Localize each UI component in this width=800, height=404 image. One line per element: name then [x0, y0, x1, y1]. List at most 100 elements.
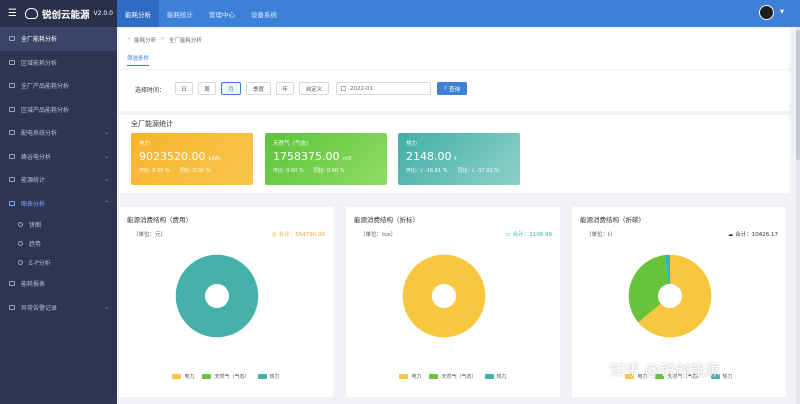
stat-card-electricity: 电力 9023520.00 kWh 环比: 0.00 % 同比: 0.00 % — [131, 133, 253, 185]
sidebar-item-distribution[interactable]: 配电系统分析 ⌄ — [0, 121, 117, 145]
logo-bar: ☰ 锐创云能源 V2.0.0 — [0, 0, 117, 27]
tab-filter-conditions[interactable]: 筛选条件 — [127, 54, 150, 66]
chart-panel-cost: 能源消费结构（费用） （单位：元） ◎ 合计：554790.00 电力 天然气（气… — [119, 207, 333, 397]
pie-slice-0[interactable] — [402, 254, 486, 338]
sidebar-item-plant-energy[interactable]: 全厂能耗分析 — [0, 27, 117, 51]
sidebar-subitem-pie[interactable]: 饼图 — [0, 215, 117, 234]
scrollbar-thumb[interactable] — [796, 30, 800, 160]
date-picker[interactable]: 2022-01 — [336, 82, 431, 95]
sidebar-nav: 全厂能耗分析 区域能耗分析 全厂产品能耗分析 区域产品能耗分析 配电系统分析 ⌄ … — [0, 27, 117, 319]
watermark: 知乎 @锐创能源 — [610, 361, 720, 379]
sidebar-subitem-ep[interactable]: E-P分析 — [0, 253, 117, 272]
chart-unit: （单位：元） — [133, 232, 167, 238]
sidebar-item-chart-analysis[interactable]: 图表分析 ⌃ — [0, 192, 117, 216]
hamburger-menu-icon[interactable]: ☰ — [8, 8, 22, 19]
legend-item-electricity[interactable]: 电力 — [399, 373, 421, 380]
period-custom-button[interactable]: 自定义 — [299, 82, 329, 95]
trend-icon — [18, 241, 23, 246]
folder-icon — [9, 304, 15, 310]
legend-item-heat[interactable]: 热力 — [257, 373, 280, 380]
period-year-button[interactable]: 年 — [276, 82, 294, 95]
sidebar-item-peak-valley[interactable]: 峰谷电分析 ⌄ — [0, 145, 117, 169]
app-name: 锐创云能源 — [42, 9, 90, 21]
breadcrumb-sep: > — [160, 36, 165, 42]
folder-icon — [9, 153, 15, 159]
folder-icon — [9, 177, 15, 183]
chart-legend: 电力 天然气（气态） 热力 — [119, 373, 333, 380]
caret-down-icon[interactable]: ▼ — [780, 9, 784, 15]
top-tab-energy-analysis[interactable]: 能耗分析 — [117, 0, 159, 27]
chevron-down-icon: ⌄ — [103, 176, 109, 184]
monitor-icon — [9, 281, 15, 287]
time-label: 选择时间： — [135, 87, 166, 94]
stats-title: 全厂能源统计 — [131, 120, 173, 128]
stat-card-heat: 热力 2148.00 t 环比: ↓ -16.61 % 同比: ↓ -37.01 % — [398, 133, 520, 185]
energy-stats-panel: 全厂能源统计 电力 9023520.00 kWh 环比: 0.00 % 同比: 0.… — [119, 115, 789, 193]
sidebar: ☰ 锐创云能源 V2.0.0 全厂能耗分析 区域能耗分析 全厂产品能耗分析 区域… — [0, 0, 117, 404]
top-tab-energy-stats[interactable]: 能耗统计 — [159, 0, 201, 27]
cloud-logo-icon — [25, 8, 38, 19]
chart-legend: 电力 天然气（气态） 热力 — [346, 373, 560, 380]
breadcrumb-home[interactable]: 能耗分析 — [134, 36, 156, 44]
sidebar-item-energy-stats[interactable]: 能源统计 ⌄ — [0, 168, 117, 192]
filter-panel: 选择时间： 日 周 月 季度 年 自定义 2022-01 ⌕ 查询 — [119, 69, 789, 111]
cloud-icon: ☁ — [727, 232, 734, 238]
monitor-icon — [9, 59, 15, 65]
folder-icon — [9, 130, 15, 136]
donut-chart — [402, 254, 486, 338]
folder-icon — [9, 200, 15, 206]
chart-panel-standard-coal: 能源消费结构（折标） （单位：tce） ▭ 合计：1108.99 电力 天然气（气… — [346, 207, 560, 397]
app-version: V2.0.0 — [93, 10, 113, 17]
top-tab-management[interactable]: 管理中心 — [201, 0, 243, 27]
legend-item-gas[interactable]: 天然气（气态） — [429, 373, 477, 380]
chart-title: 能源消费结构（折标） — [354, 216, 419, 224]
coin-icon: ◎ — [271, 232, 277, 238]
monitor-icon — [9, 36, 15, 42]
breadcrumb-panel: ‹ 能耗分析 > 全厂能耗分析 筛选条件 — [119, 29, 789, 69]
monitor-icon — [9, 83, 15, 89]
search-icon: ⌕ — [443, 85, 448, 91]
chart-unit: （单位：t） — [586, 232, 616, 238]
avatar[interactable] — [759, 5, 774, 20]
monitor-icon: ▭ — [505, 232, 511, 238]
chevron-down-icon: ⌄ — [103, 152, 109, 160]
sidebar-item-report[interactable]: 能耗报表 — [0, 272, 117, 296]
chart-total: ◎ 合计：554790.00 — [271, 232, 325, 238]
pie-slice-2[interactable] — [175, 254, 259, 338]
period-quarter-button[interactable]: 季度 — [246, 82, 271, 95]
calendar-icon — [341, 86, 346, 91]
donut-chart — [175, 254, 259, 338]
breadcrumb-back-icon[interactable]: ‹ — [128, 36, 130, 44]
period-month-button[interactable]: 月 — [221, 82, 241, 95]
breadcrumb: ‹ 能耗分析 > 全厂能耗分析 — [128, 36, 202, 44]
donut-chart — [628, 254, 712, 338]
pie-icon — [18, 222, 23, 227]
sidebar-subitem-trend[interactable]: 趋势 — [0, 234, 117, 253]
period-day-button[interactable]: 日 — [175, 82, 193, 95]
query-button[interactable]: ⌕ 查询 — [437, 82, 467, 95]
chart-title: 能源消费结构（费用） — [127, 216, 192, 224]
bell-icon — [18, 260, 23, 265]
legend-item-electricity[interactable]: 电力 — [172, 373, 194, 380]
sidebar-item-alarm[interactable]: 异常告警记录 ⌄ — [0, 296, 117, 320]
period-week-button[interactable]: 周 — [198, 82, 216, 95]
chart-unit: （单位：tce） — [360, 232, 397, 238]
chart-title: 能源消费结构（折碳） — [580, 216, 645, 224]
monitor-icon — [9, 106, 15, 112]
sidebar-item-area-product[interactable]: 区域产品能耗分析 — [0, 98, 117, 122]
legend-item-heat[interactable]: 热力 — [484, 373, 507, 380]
date-value: 2022-01 — [350, 85, 373, 92]
sidebar-item-area-energy[interactable]: 区域能耗分析 — [0, 51, 117, 75]
sidebar-item-plant-product[interactable]: 全厂产品能耗分析 — [0, 74, 117, 98]
stat-card-gas: 天然气（气态） 1758375.00 m3 环比: 0.00 % 同比: 0.00 … — [265, 133, 387, 185]
chevron-up-icon: ⌃ — [103, 199, 109, 207]
chart-total: ☁ 合计：10426.17 — [727, 232, 778, 238]
chevron-down-icon: ⌄ — [103, 129, 109, 137]
top-tab-devices[interactable]: 设备系统 — [243, 0, 285, 27]
top-nav: 能耗分析 能耗统计 管理中心 设备系统 ▼ — [117, 0, 800, 27]
legend-item-gas[interactable]: 天然气（气态） — [202, 373, 250, 380]
breadcrumb-current: 全厂能耗分析 — [168, 38, 202, 44]
chart-total: ▭ 合计：1108.99 — [505, 232, 552, 238]
main-content: ‹ 能耗分析 > 全厂能耗分析 筛选条件 选择时间： 日 周 月 季度 年 自定… — [117, 27, 800, 404]
chevron-down-icon: ⌄ — [103, 303, 109, 311]
